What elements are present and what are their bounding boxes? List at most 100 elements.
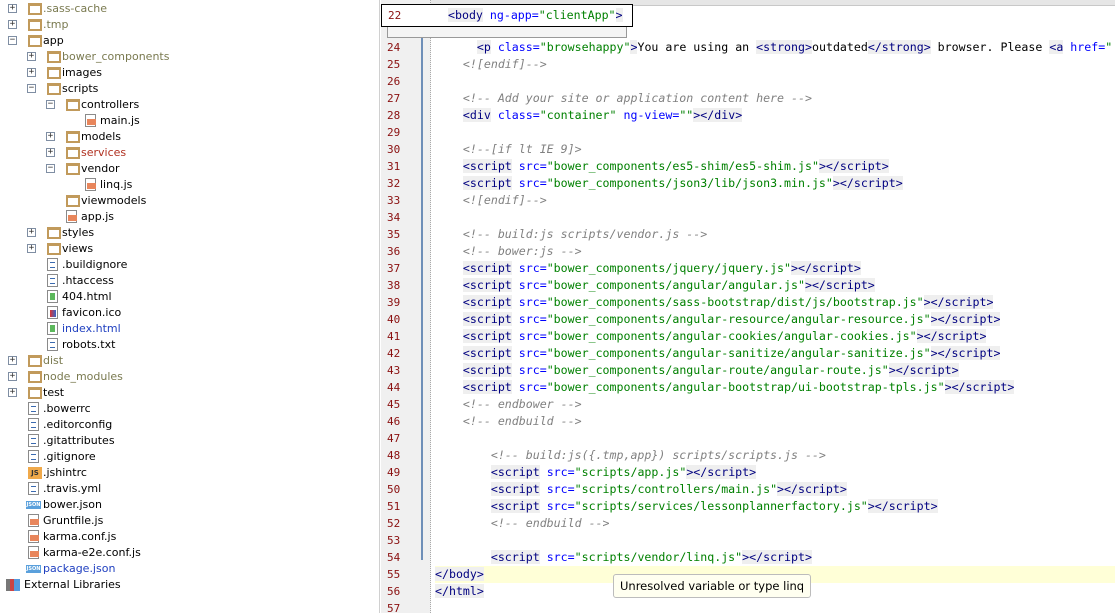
expand-icon[interactable]: +	[27, 228, 36, 237]
tree-item[interactable]: app.js	[0, 209, 379, 225]
code-line[interactable]: <script src="scripts/controllers/main.js…	[435, 481, 1115, 498]
tree-item[interactable]: JSON bower.json	[0, 497, 379, 513]
tree-item[interactable]: linq.js	[0, 177, 379, 193]
code-line[interactable]	[435, 430, 1115, 447]
tree-item-label: viewmodels	[81, 194, 147, 207]
tree-item[interactable]: .editorconfig	[0, 417, 379, 433]
code-line[interactable]: <p class="browsehappy">You are using an …	[435, 39, 1115, 56]
code-line[interactable]: <!-- endbuild -->	[435, 515, 1115, 532]
tree-item[interactable]: External Libraries	[0, 577, 379, 593]
code-line[interactable]: <script src="bower_components/angular-co…	[435, 328, 1115, 345]
tree-item[interactable]: viewmodels	[0, 193, 379, 209]
code-line[interactable]: <script src="scripts/app.js"></script>	[435, 464, 1115, 481]
tree-item[interactable]: + node_modules	[0, 369, 379, 385]
tree-item[interactable]: .gitattributes	[0, 433, 379, 449]
expand-icon[interactable]: +	[46, 148, 55, 157]
tree-item[interactable]: − vendor	[0, 161, 379, 177]
folder-icon	[66, 131, 80, 143]
code-line[interactable]: <![endif]-->	[435, 192, 1115, 209]
tree-item[interactable]: + dist	[0, 353, 379, 369]
collapse-icon[interactable]: −	[46, 100, 55, 109]
tree-item[interactable]: + .tmp	[0, 17, 379, 33]
tree-item[interactable]: + .sass-cache	[0, 1, 379, 17]
expand-icon[interactable]: +	[27, 244, 36, 253]
tree-item[interactable]: JSON package.json	[0, 561, 379, 577]
expand-icon[interactable]: +	[8, 20, 17, 29]
tree-item[interactable]: + models	[0, 129, 379, 145]
code-line[interactable]: <!--[if lt IE 9]>	[435, 141, 1115, 158]
code-line[interactable]: <script src="bower_components/angular-re…	[435, 311, 1115, 328]
code-line[interactable]: <![endif]-->	[435, 56, 1115, 73]
expand-icon[interactable]: +	[8, 388, 17, 397]
tree-item[interactable]: .buildignore	[0, 257, 379, 273]
tree-item[interactable]: main.js	[0, 113, 379, 129]
tree-item[interactable]: 404.html	[0, 289, 379, 305]
tree-item[interactable]: + images	[0, 65, 379, 81]
collapse-icon[interactable]: −	[46, 164, 55, 173]
tree-item[interactable]: − app	[0, 33, 379, 49]
code-line[interactable]: <script src="scripts/vendor/linq.js"></s…	[435, 549, 1115, 566]
tree-item-label: bower_components	[62, 50, 170, 63]
sticky-header-line: 22 <body ng-app="clientApp">	[381, 4, 633, 27]
project-tree[interactable]: + .sass-cache + .tmp − app + bower_components + i…	[0, 0, 380, 613]
code-line[interactable]: <script src="scripts/services/lessonplan…	[435, 498, 1115, 515]
tree-item-label: Gruntfile.js	[43, 514, 104, 527]
collapse-icon[interactable]: −	[8, 36, 17, 45]
code-line[interactable]: <!-- bower:js -->	[435, 243, 1115, 260]
code-line[interactable]	[435, 124, 1115, 141]
code-editor[interactable]: 24 25 26 27 28 29 30 31 32 33 34 35 36 37 38 39 40 41 42 43…	[381, 0, 1115, 613]
code-line[interactable]: <!-- Add your site or application conten…	[435, 90, 1115, 107]
tree-item[interactable]: + services	[0, 145, 379, 161]
code-line[interactable]: <script src="bower_components/angular-bo…	[435, 379, 1115, 396]
code-line[interactable]: <script src="bower_components/sass-boots…	[435, 294, 1115, 311]
tree-item[interactable]: .htaccess	[0, 273, 379, 289]
tree-item-label: node_modules	[43, 370, 123, 383]
tree-item[interactable]: + styles	[0, 225, 379, 241]
expand-icon[interactable]: +	[8, 4, 17, 13]
expand-icon[interactable]: +	[8, 356, 17, 365]
code-line[interactable]: <script src="bower_components/angular-ro…	[435, 362, 1115, 379]
fold-indicator	[421, 20, 423, 560]
code-line[interactable]: <!-- build:js scripts/vendor.js -->	[435, 226, 1115, 243]
code-line[interactable]: <script src="bower_components/angular/an…	[435, 277, 1115, 294]
tree-item[interactable]: − scripts	[0, 81, 379, 97]
line-number-gutter: 24 25 26 27 28 29 30 31 32 33 34 35 36 37 38 39 40 41 42 43…	[381, 0, 431, 613]
code-line[interactable]	[435, 73, 1115, 90]
tree-item[interactable]: + bower_components	[0, 49, 379, 65]
code-line[interactable]: <script src="bower_components/es5-shim/e…	[435, 158, 1115, 175]
code-line[interactable]	[435, 532, 1115, 549]
collapse-icon[interactable]: −	[27, 84, 36, 93]
tree-item-label: controllers	[81, 98, 140, 111]
tree-item[interactable]: favicon.ico	[0, 305, 379, 321]
expand-icon[interactable]: +	[46, 132, 55, 141]
folder-icon	[47, 227, 61, 239]
tree-item[interactable]: .bowerrc	[0, 401, 379, 417]
tree-item[interactable]: JS .jshintrc	[0, 465, 379, 481]
tree-item[interactable]: + views	[0, 241, 379, 257]
text-file-icon	[28, 434, 39, 447]
code-line[interactable]: <script src="bower_components/angular-sa…	[435, 345, 1115, 362]
line-number: 40	[387, 313, 401, 326]
js-file-icon	[85, 114, 96, 127]
expand-icon[interactable]: +	[27, 68, 36, 77]
tree-item[interactable]: − controllers	[0, 97, 379, 113]
tree-item[interactable]: index.html	[0, 321, 379, 337]
tree-item[interactable]: .gitignore	[0, 449, 379, 465]
code-line[interactable]: <!-- endbuild -->	[435, 413, 1115, 430]
yml-file-icon	[28, 482, 39, 495]
code-line[interactable]	[435, 209, 1115, 226]
expand-icon[interactable]: +	[8, 372, 17, 381]
code-line[interactable]: <div class="container" ng-view=""></div>	[435, 107, 1115, 124]
code-line[interactable]: <script src="bower_components/json3/lib/…	[435, 175, 1115, 192]
tree-item[interactable]: karma-e2e.conf.js	[0, 545, 379, 561]
code-line[interactable]: <!-- endbower -->	[435, 396, 1115, 413]
tree-item[interactable]: + test	[0, 385, 379, 401]
expand-icon[interactable]: +	[27, 52, 36, 61]
code-line[interactable]: <script src="bower_components/jquery/jqu…	[435, 260, 1115, 277]
tree-item[interactable]: Gruntfile.js	[0, 513, 379, 529]
tree-item[interactable]: robots.txt	[0, 337, 379, 353]
code-line[interactable]: <!-- build:js({.tmp,app}) scripts/script…	[435, 447, 1115, 464]
code-line[interactable]	[435, 600, 1115, 613]
tree-item[interactable]: .travis.yml	[0, 481, 379, 497]
tree-item[interactable]: karma.conf.js	[0, 529, 379, 545]
